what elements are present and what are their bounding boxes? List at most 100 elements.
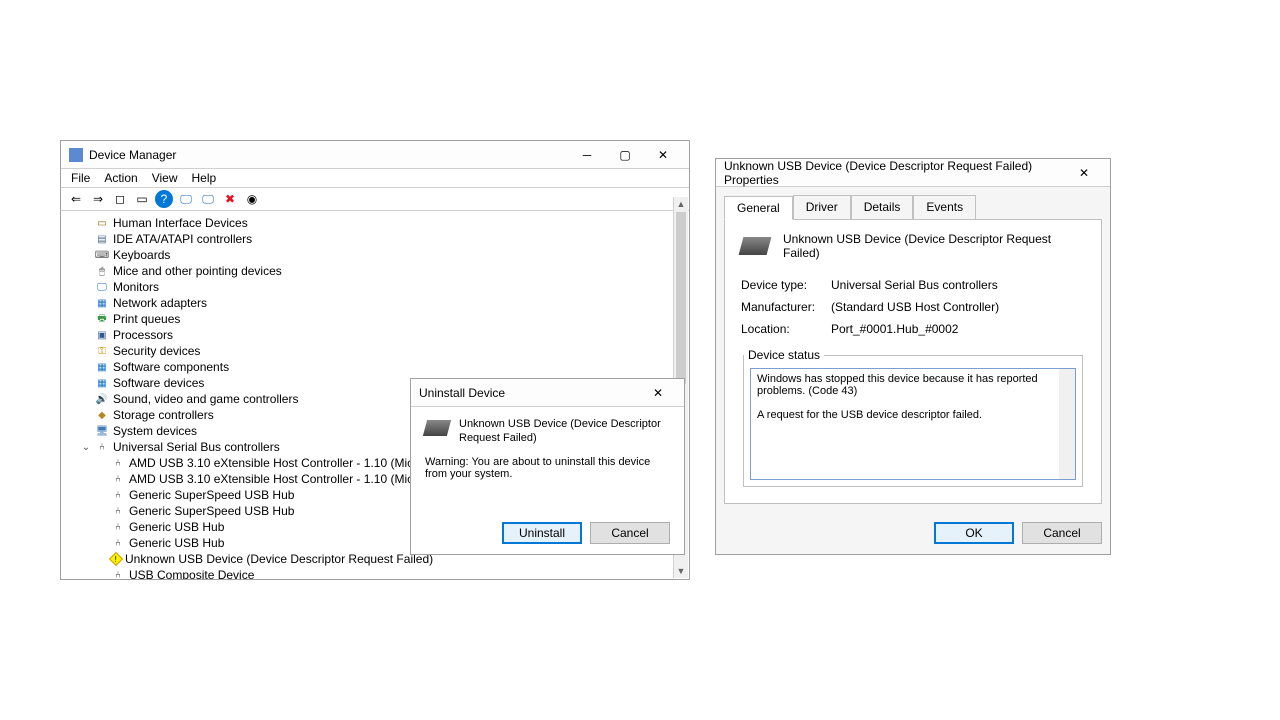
close-button[interactable]: ✕ [645, 144, 681, 166]
device-manager-titlebar[interactable]: Device Manager ─ ▢ ✕ [61, 141, 689, 169]
tab-events[interactable]: Events [913, 195, 976, 219]
device-icon: ▭ [95, 216, 109, 230]
uninstall-body: Unknown USB Device (Device Descriptor Re… [411, 407, 684, 514]
disable-button[interactable]: ◉ [243, 190, 261, 208]
forward-button[interactable]: ⇒ [89, 190, 107, 208]
uninstall-titlebar[interactable]: Uninstall Device ✕ [411, 379, 684, 407]
status-line [757, 397, 1057, 409]
tree-node-label: AMD USB 3.10 eXtensible Host Controller … [129, 456, 447, 470]
tree-node-label: Sound, video and game controllers [113, 392, 298, 406]
warning-icon [109, 552, 123, 566]
properties-close-button[interactable]: ✕ [1066, 162, 1102, 184]
tree-node-label: Keyboards [113, 248, 170, 262]
tree-node[interactable]: 🖱 Mice and other pointing devices [65, 263, 683, 279]
tab-general[interactable]: General [724, 196, 793, 220]
device-icon: ⑃ [111, 504, 125, 518]
tree-node[interactable]: 🖶Print queues [65, 311, 683, 327]
uninstall-cancel-button[interactable]: Cancel [590, 522, 670, 544]
tree-node[interactable]: ▦Network adapters [65, 295, 683, 311]
tab-details[interactable]: Details [851, 195, 914, 219]
menu-view[interactable]: View [152, 171, 178, 185]
tree-node-label: Processors [113, 328, 173, 342]
tree-node-label: Software components [113, 360, 229, 374]
tree-node-label: Unknown USB Device (Device Descriptor Re… [125, 552, 433, 566]
uninstall-device-row: Unknown USB Device (Device Descriptor Re… [425, 417, 670, 446]
tree-node[interactable]: ▤ IDE ATA/ATAPI controllers [65, 231, 683, 247]
device-icon: ▤ [95, 232, 109, 246]
properties-cancel-button[interactable]: Cancel [1022, 522, 1102, 544]
chevron-down-icon[interactable]: ⌄ [81, 442, 91, 453]
scroll-down-arrow[interactable]: ▼ [674, 564, 688, 578]
update-driver[interactable]: 🖵 [199, 190, 217, 208]
properties-title: Unknown USB Device (Device Descriptor Re… [724, 159, 1064, 187]
uninstall-button[interactable]: ✖ [221, 190, 239, 208]
properties-ok-button[interactable]: OK [934, 522, 1014, 544]
show-hide-tree[interactable]: ◻ [111, 190, 129, 208]
menu-bar: File Action View Help [61, 169, 689, 188]
device-icon: ⑃ [95, 440, 109, 454]
device-type-row: Device type: Universal Serial Bus contro… [741, 278, 1085, 292]
location-label: Location: [741, 322, 831, 336]
device-icon: ⑃ [111, 472, 125, 486]
minimize-button[interactable]: ─ [569, 144, 605, 166]
device-icon: ⚿ [95, 344, 109, 358]
tree-node-label: Storage controllers [113, 408, 214, 422]
device-status-legend: Device status [744, 348, 824, 362]
menu-file[interactable]: File [71, 171, 90, 185]
menu-help[interactable]: Help [192, 171, 217, 185]
device-icon: ▦ [95, 376, 109, 390]
uninstall-warning: Warning: You are about to uninstall this… [425, 456, 670, 480]
properties-meta: Device type: Universal Serial Bus contro… [741, 278, 1085, 336]
properties-device-name: Unknown USB Device (Device Descriptor Re… [783, 232, 1085, 260]
scroll-up-arrow[interactable]: ▲ [674, 197, 688, 211]
tree-node[interactable]: ⌨ Keyboards [65, 247, 683, 263]
device-icon: 🖥 [95, 424, 109, 438]
properties-header: Unknown USB Device (Device Descriptor Re… [741, 232, 1085, 260]
tree-node[interactable]: ⑃USB Composite Device [65, 567, 683, 579]
tree-node-label: IDE ATA/ATAPI controllers [113, 232, 252, 246]
uninstall-title: Uninstall Device [419, 386, 638, 400]
tab-driver[interactable]: Driver [793, 195, 851, 219]
location-row: Location: Port_#0001.Hub_#0002 [741, 322, 1085, 336]
properties-tabstrip: GeneralDriverDetailsEvents [716, 187, 1110, 219]
tree-node[interactable]: ⚿Security devices [65, 343, 683, 359]
properties-general-page: Unknown USB Device (Device Descriptor Re… [724, 219, 1102, 504]
help-button[interactable]: ? [155, 190, 173, 208]
menu-action[interactable]: Action [104, 171, 137, 185]
uninstall-confirm-button[interactable]: Uninstall [502, 522, 582, 544]
tree-node-label: AMD USB 3.10 eXtensible Host Controller … [129, 472, 447, 486]
status-scrollbar[interactable] [1059, 369, 1075, 479]
manufacturer-label: Manufacturer: [741, 300, 831, 314]
uninstall-close-button[interactable]: ✕ [640, 382, 676, 404]
device-manager-icon [69, 148, 83, 162]
usb-plug-icon [423, 420, 451, 436]
tree-node[interactable]: ▦Software components [65, 359, 683, 375]
uninstall-device-name: Unknown USB Device (Device Descriptor Re… [459, 417, 670, 446]
device-icon: ⑃ [111, 520, 125, 534]
device-status-text[interactable]: Windows has stopped this device because … [750, 368, 1076, 480]
back-button[interactable]: ⇐ [67, 190, 85, 208]
tree-node-label: Mice and other pointing devices [113, 264, 282, 278]
properties-button[interactable]: ▭ [133, 190, 151, 208]
scan-hw-button[interactable]: 🖵 [177, 190, 195, 208]
device-icon: ⑃ [111, 536, 125, 550]
tree-node-label: Generic SuperSpeed USB Hub [129, 504, 294, 518]
tree-node-label: Human Interface Devices [113, 216, 248, 230]
device-icon: 🖱 [95, 264, 109, 278]
tree-node-label: Universal Serial Bus controllers [113, 440, 280, 454]
tree-node[interactable]: ▭ Human Interface Devices [65, 215, 683, 231]
tree-node-label: Network adapters [113, 296, 207, 310]
tree-node-label: USB Composite Device [129, 568, 254, 579]
properties-titlebar[interactable]: Unknown USB Device (Device Descriptor Re… [716, 159, 1110, 187]
device-status-group: Device status Windows has stopped this d… [743, 348, 1083, 487]
status-line: A request for the USB device descriptor … [757, 409, 1057, 421]
tree-node[interactable]: ▣Processors [65, 327, 683, 343]
tree-node-label: Generic USB Hub [129, 536, 224, 550]
toolbar: ⇐⇒◻▭?🖵🖵✖◉ [61, 188, 689, 211]
scroll-thumb[interactable] [676, 212, 686, 383]
device-icon: 🖶 [95, 312, 109, 326]
tree-node[interactable]: 🖵Monitors [65, 279, 683, 295]
device-icon: ⌨ [95, 248, 109, 262]
maximize-button[interactable]: ▢ [607, 144, 643, 166]
tree-node-label: Generic SuperSpeed USB Hub [129, 488, 294, 502]
